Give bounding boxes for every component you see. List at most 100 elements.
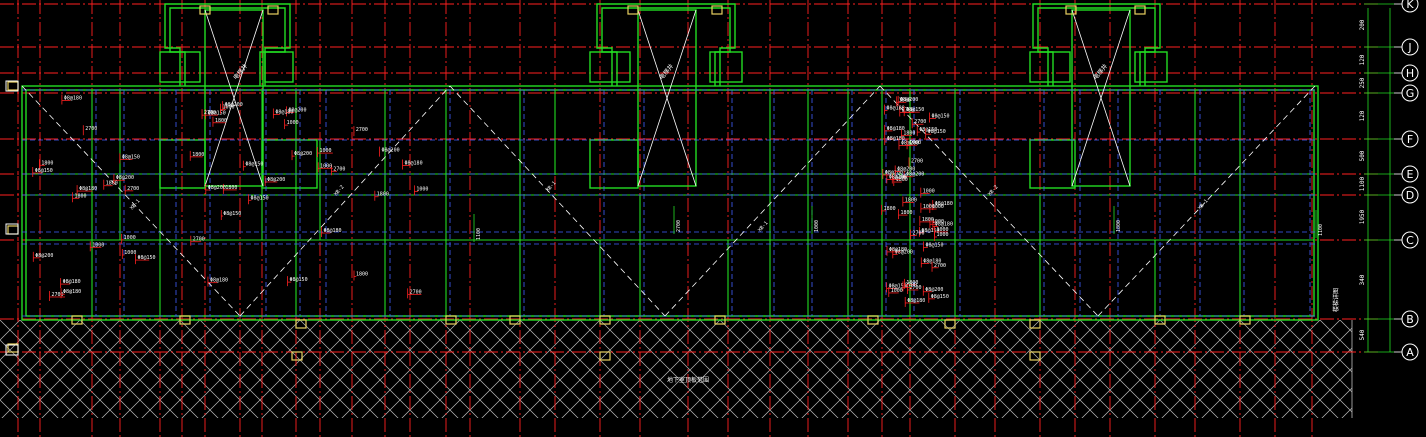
axis-bubble-label: B <box>1406 313 1414 326</box>
rebar-tag-45: 1800 <box>75 193 87 199</box>
room-dim-2: 1000 <box>814 220 820 232</box>
axis-bubble-label: H <box>1406 67 1414 80</box>
rebar-tag-28: Φ8@200 <box>116 175 134 181</box>
axis-bubble-label: G <box>1406 87 1415 100</box>
rebar-tag-31: 2700 <box>204 110 216 116</box>
rebar-tag-84: Φ8@150 <box>931 294 949 300</box>
rebar-tag-33: 1800 <box>215 118 227 124</box>
rebar-tag-50: Φ8@180 <box>887 106 905 112</box>
rebar-tag-23: 1000 <box>124 250 136 256</box>
cad-drawing-canvas[interactable]: XB-1XB-2 XB-1XB-1XB-2XB-1Φ8@1502700Φ8@180… <box>0 0 1426 437</box>
rebar-tag-68: Φ8@180 <box>935 201 953 207</box>
rebar-tag-83: 1000 <box>909 140 921 146</box>
rebar-tag-22: Φ8@200 <box>208 185 226 191</box>
axis-dim-0: 200 <box>1359 19 1366 30</box>
rebar-tag-69: 1800 <box>903 130 915 136</box>
axis-dim-4: 500 <box>1359 150 1366 161</box>
rebar-tag-17: 1000 <box>287 120 299 126</box>
rebar-tag-76: Φ8@200 <box>900 97 918 103</box>
rebar-tag-86: Φ8@180 <box>887 136 905 142</box>
rebar-tag-29: 1000 <box>320 148 332 154</box>
rebar-tag-36: Φ8@150 <box>290 277 308 283</box>
rebar-tag-41: 1000 <box>222 105 234 111</box>
rebar-tag-25: 2700 <box>410 289 422 295</box>
rebar-tag-1: 2700 <box>127 186 139 192</box>
ground-note: 地下室顶板范围 <box>667 376 709 384</box>
axis-dim-8: 540 <box>1359 329 1366 340</box>
rebar-tag-35: 1000 <box>92 242 104 248</box>
rebar-tag-38: Φ8@180 <box>64 95 82 101</box>
rebar-tag-94: Φ8@200 <box>889 175 907 181</box>
rebar-tag-67: 2700 <box>911 158 923 164</box>
rebar-tag-73: 2700 <box>905 282 917 288</box>
rebar-tag-78: Φ8@150 <box>932 113 950 119</box>
axis-bubble-label: F <box>1407 133 1413 146</box>
rebar-tag-15: 1800 <box>377 192 389 198</box>
rebar-tag-39: 1800 <box>356 271 368 277</box>
rebar-tag-91: 2700 <box>914 119 926 125</box>
rebar-tag-65: 1000 <box>936 232 948 238</box>
rebar-tag-24: Φ8@150 <box>137 255 155 261</box>
rebar-tag-56: Φ8@180 <box>907 298 925 304</box>
side-note: 楼梯详图 <box>1332 288 1340 312</box>
rebar-tag-58: Φ8@200 <box>925 287 943 293</box>
rebar-tag-80: Φ8@180 <box>889 247 907 253</box>
rebar-tag-19: 2700 <box>193 237 205 243</box>
rebar-tag-6: Φ8@150 <box>251 195 269 201</box>
rebar-tag-10: Φ8@200 <box>294 151 312 157</box>
rebar-tag-95: 1000 <box>923 204 935 210</box>
axis-dim-6: 1950 <box>1359 209 1366 224</box>
axis-bubble-label: E <box>1407 168 1414 181</box>
axis-bubble-label: C <box>1406 234 1414 247</box>
rebar-tag-92: Φ8@180 <box>935 221 953 227</box>
room-dim-1: 2700 <box>676 220 682 232</box>
room-dim-0: 1100 <box>476 228 482 240</box>
rebar-tag-13: 2700 <box>333 166 345 172</box>
rebar-tag-46: Φ8@200 <box>35 253 53 259</box>
axis-bubble-label: J <box>1407 41 1411 54</box>
rebar-tag-14: Φ8@180 <box>63 289 81 295</box>
axis-dim-5: 1100 <box>1359 176 1366 191</box>
rebar-tag-12: Φ8@150 <box>245 162 263 168</box>
rebar-tag-47: 1000 <box>320 163 332 169</box>
hatched-ground-area <box>0 320 1352 418</box>
rebar-tag-5: 1000 <box>124 235 136 241</box>
rebar-tag-93: 1800 <box>900 210 912 216</box>
rebar-tag-8: Φ8@180 <box>79 186 97 192</box>
rebar-tag-88: Φ8@200 <box>897 166 915 172</box>
rebar-tag-9: 1800 <box>106 181 118 187</box>
axis-dim-1: 120 <box>1359 54 1366 65</box>
axis-bubble-label: D <box>1406 189 1414 202</box>
rebar-tag-89: 1000 <box>891 288 903 294</box>
rebar-tag-81: 1800 <box>884 206 896 212</box>
rebar-tag-21: 1800 <box>225 185 237 191</box>
rebar-tag-16: Φ8@200 <box>267 177 285 183</box>
rebar-tag-43: 2700 <box>85 126 97 132</box>
axis-bubble-label: K <box>1406 0 1414 11</box>
rebar-tag-72: Φ8@150 <box>928 129 946 135</box>
axis-dim-7: 340 <box>1359 274 1366 285</box>
rebar-tag-52: Φ8@200 <box>906 172 924 178</box>
rebar-tag-27: 1800 <box>41 160 53 166</box>
rebar-tag-42: Φ8@150 <box>122 154 140 160</box>
axis-dim-2: 250 <box>1359 77 1366 88</box>
rebar-tag-37: 2700 <box>356 127 368 133</box>
room-dim-4: 1100 <box>1318 224 1324 236</box>
rebar-tag-74: Φ8@180 <box>887 126 905 132</box>
rebar-tag-87: 1800 <box>922 217 934 223</box>
rebar-tag-30: Φ8@150 <box>35 168 53 174</box>
rebar-tag-61: 2700 <box>913 231 925 237</box>
rebar-tag-7: 2700 <box>52 292 64 298</box>
rebar-tag-77: 1000 <box>923 189 935 195</box>
rebar-tag-2: Φ8@180 <box>63 279 81 285</box>
rebar-tag-60: Φ8@150 <box>906 107 924 113</box>
rebar-tag-44: Φ8@180 <box>275 109 293 115</box>
rebar-tag-85: 2700 <box>934 263 946 269</box>
rebar-tag-26: Φ8@180 <box>323 228 341 234</box>
rebar-tag-57: 1800 <box>905 197 917 203</box>
rebar-tag-11: 1000 <box>416 186 428 192</box>
room-dim-3: 1800 <box>1116 220 1122 232</box>
axis-dim-3: 120 <box>1359 110 1366 121</box>
rebar-tag-3: 1800 <box>192 152 204 158</box>
rebar-tag-0: Φ8@150 <box>223 211 241 217</box>
